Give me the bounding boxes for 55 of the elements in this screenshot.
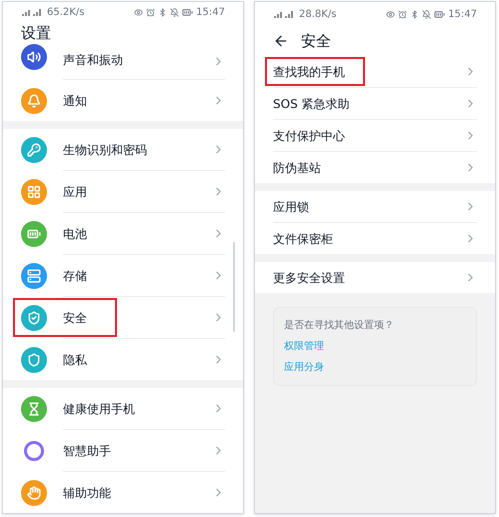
item-label: 安全 (63, 310, 88, 326)
settings-item[interactable]: 应用 (3, 171, 243, 212)
item-label: 生物识别和密码 (63, 142, 148, 158)
signal-icon (21, 8, 43, 16)
network-speed: 65.2K/s (47, 6, 84, 20)
bluetooth-icon (158, 8, 168, 16)
item-label: 查找我的手机 (273, 64, 346, 80)
item-label: 更多安全设置 (273, 270, 346, 286)
settings-item[interactable]: 通知 (3, 80, 243, 121)
item-label: 防伪基站 (273, 160, 322, 176)
mute-icon (170, 8, 180, 16)
alarm-icon (398, 10, 408, 18)
settings-item[interactable]: 文件保密柜 (255, 223, 495, 254)
settings-item[interactable]: 声音和振动 (3, 44, 243, 79)
network-speed: 28.8K/s (299, 8, 336, 22)
item-label: 通知 (63, 92, 88, 110)
bluetooth-icon (410, 10, 420, 18)
settings-item[interactable]: 智慧助手 (3, 430, 243, 471)
clock-time: 15:47 (448, 8, 477, 22)
item-label: 存储 (63, 268, 88, 284)
settings-item[interactable]: 健康使用手机 (3, 388, 243, 429)
settings-item[interactable]: 防伪基站 (255, 152, 495, 183)
clock-time: 15:47 (196, 6, 225, 20)
battery-icon (434, 8, 446, 20)
settings-item[interactable]: 更多安全设置 (255, 262, 495, 293)
item-label: 声音和振动 (63, 52, 124, 68)
back-icon[interactable] (273, 33, 289, 49)
item-label: 隐私 (63, 352, 88, 368)
battery-icon (182, 6, 194, 18)
page-title: 设置 (21, 22, 51, 44)
settings-item[interactable]: 电池 (3, 213, 243, 254)
settings-item[interactable]: 辅助功能 (3, 472, 243, 513)
settings-item[interactable]: SOS 紧急求助 (255, 88, 495, 119)
item-label: SOS 紧急求助 (273, 96, 350, 112)
settings-item[interactable]: 查找我的手机 (255, 56, 495, 87)
eye-icon (386, 10, 396, 18)
item-label: 电池 (63, 226, 88, 242)
page-title: 安全 (301, 30, 331, 52)
settings-item[interactable]: 存储 (3, 255, 243, 296)
mute-icon (422, 10, 432, 18)
item-label: 辅助功能 (63, 484, 112, 502)
settings-item[interactable]: 生物识别和密码 (3, 129, 243, 170)
item-label: 应用锁 (273, 198, 310, 216)
settings-item[interactable]: 应用锁 (255, 191, 495, 222)
item-label: 智慧助手 (63, 442, 112, 460)
item-label: 健康使用手机 (63, 400, 136, 418)
item-label: 支付保护中心 (273, 128, 346, 144)
signal-icon (273, 10, 295, 18)
settings-item[interactable]: 支付保护中心 (255, 120, 495, 151)
alarm-icon (146, 8, 156, 16)
item-label: 文件保密柜 (273, 230, 334, 248)
item-label: 应用 (63, 184, 88, 200)
settings-item[interactable]: 隐私 (3, 339, 243, 380)
eye-icon (134, 8, 144, 16)
suggestion-question: 是否在寻找其他设置项？ (284, 318, 395, 333)
